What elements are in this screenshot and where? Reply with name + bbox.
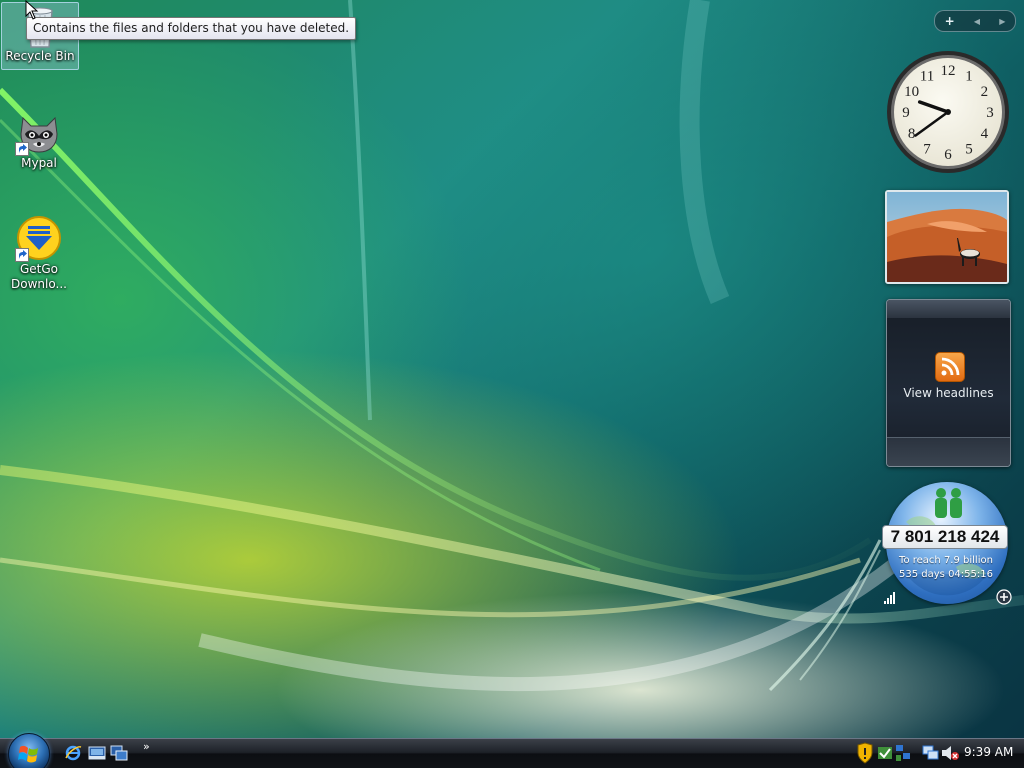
- feed-headlines-gadget[interactable]: View headlines: [886, 299, 1011, 467]
- desktop-icon-label: GetGo Downlo...: [11, 262, 67, 291]
- world-population-gadget[interactable]: 7 801 218 424 To reach 7.9 billion 535 d…: [880, 480, 1016, 610]
- feed-header-band: [887, 300, 1010, 318]
- population-target-text: To reach 7.9 billion: [899, 555, 993, 566]
- getgo-download-icon: [15, 214, 63, 262]
- rss-feed-icon: [934, 352, 965, 382]
- feed-footer-band: [887, 437, 1010, 466]
- clock-number: 5: [965, 141, 973, 157]
- clock-number: 3: [986, 105, 994, 121]
- slideshow-gadget[interactable]: [885, 190, 1009, 284]
- clock-number: 4: [981, 126, 989, 142]
- clock-gadget[interactable]: 12 12 3 45678 9 1011: [886, 50, 1010, 174]
- quicklaunch-overflow-button[interactable]: »: [143, 740, 150, 753]
- clock-number: 1: [965, 69, 973, 85]
- windows-update-icon: [878, 747, 892, 759]
- volume-muted-icon: [942, 746, 959, 760]
- population-counter: 7 801 218 424: [882, 525, 1008, 549]
- desktop-icon-mypal[interactable]: Mypal: [1, 106, 77, 171]
- taskbar-clock[interactable]: 9:39 AM: [964, 744, 1013, 760]
- windows-logo-icon: [18, 745, 38, 763]
- clock-number: 6: [944, 147, 952, 163]
- slideshow-image: [887, 192, 1007, 282]
- desktop[interactable]: Recycle Bin Mypal GetGo Downlo... Contai…: [0, 0, 1024, 768]
- recycle-bin-tooltip: Contains the files and folders that you …: [26, 17, 357, 40]
- desktop-icon-label: Recycle Bin: [5, 49, 75, 63]
- switch-windows-icon[interactable]: [110, 744, 128, 762]
- clock-number: 8: [908, 126, 916, 142]
- clock-number: 7: [923, 141, 931, 157]
- clock-number: 10: [904, 84, 919, 100]
- clock-number: 11: [920, 69, 934, 85]
- start-button[interactable]: [8, 733, 50, 768]
- sidebar-toolbar: + ◀ ▶: [934, 10, 1016, 32]
- clock-number: 2: [981, 84, 989, 100]
- wallpaper-waves: [0, 0, 1024, 692]
- signal-bars-icon: [884, 592, 895, 604]
- mouse-cursor-icon: [25, 0, 39, 20]
- population-countdown-text: 535 days 04:55:16: [899, 569, 993, 580]
- add-gadget-button[interactable]: +: [945, 14, 955, 28]
- show-desktop-icon[interactable]: [88, 744, 106, 762]
- shortcut-arrow-icon: [15, 142, 29, 156]
- desktop-icon-getgo-download[interactable]: GetGo Downlo...: [1, 212, 77, 292]
- desktop-icon-label: Mypal: [21, 156, 57, 170]
- network-map-icon: [896, 745, 910, 761]
- raccoon-icon: [15, 108, 63, 156]
- add-plus-icon[interactable]: [996, 589, 1012, 605]
- clock-number: 9: [902, 105, 910, 121]
- view-headlines-link[interactable]: View headlines: [887, 386, 1010, 400]
- next-page-button[interactable]: ▶: [999, 17, 1005, 26]
- internet-explorer-icon[interactable]: [64, 744, 82, 762]
- network-connection-icon: [922, 745, 939, 760]
- security-shield-icon: [857, 742, 873, 764]
- shortcut-arrow-icon: [15, 248, 29, 262]
- clock-number: 12: [941, 63, 956, 79]
- people-icon: [935, 488, 962, 518]
- previous-page-button[interactable]: ◀: [974, 17, 980, 26]
